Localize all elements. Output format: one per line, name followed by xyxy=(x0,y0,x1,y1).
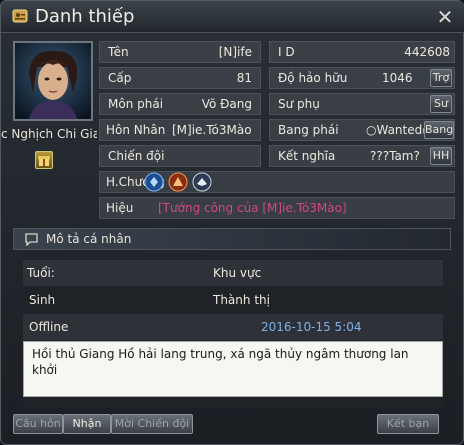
nhan-button[interactable]: Nhận xyxy=(63,414,111,434)
mon-phai-label: Môn phái xyxy=(108,97,164,111)
window-title: Danh thiếp xyxy=(35,6,135,27)
row-id: I D 442608 xyxy=(269,41,455,63)
row-cap: Cấp 81 xyxy=(99,67,261,89)
business-card-window: Danh thiếp ✕ c Nghịch Chi Giao Tên [N]if… xyxy=(0,0,464,445)
section-title: Mô tả cá nhân xyxy=(46,232,132,246)
info-row-tuoi: Tuổi: Khu vực xyxy=(23,260,443,286)
row-mon-phai: Môn phái Võ Đang xyxy=(99,93,261,115)
cap-label: Cấp xyxy=(108,71,132,85)
su-button[interactable]: Sư xyxy=(430,95,452,113)
hon-nhan-value: [M]ie.Tó3Mào xyxy=(172,123,252,137)
row-ten: Tên [N]ife xyxy=(99,41,261,63)
do-hao-huu-value: 1046 xyxy=(382,71,413,85)
hieu-label: Hiệu xyxy=(106,201,134,215)
hieu-value: [Tướng công của [M]ie.Tó3Mào] xyxy=(158,201,347,215)
ten-label: Tên xyxy=(108,45,129,59)
ket-ban-button[interactable]: Kết bạn xyxy=(377,414,439,434)
row-bang-phai: Bang phái ○Wanted○ Bang xyxy=(269,119,455,141)
blue-medal-icon xyxy=(144,172,164,192)
personal-description-header: Mô tả cá nhân xyxy=(13,228,451,250)
id-value: 442608 xyxy=(404,45,450,59)
row-do-hao-huu: Độ hảo hữu 1046 Trợ xyxy=(269,67,455,89)
bio-textbox[interactable]: Hồi thủ Giang Hồ hải lang trung, xá ngã … xyxy=(23,341,443,397)
mon-phai-value: Võ Đang xyxy=(201,97,252,111)
tuoi-label: Tuổi: xyxy=(27,266,55,280)
ket-nghia-value: ???Tam? xyxy=(370,149,420,163)
ket-nghia-label: Kết nghĩa xyxy=(278,149,336,163)
cap-value: 81 xyxy=(236,71,252,85)
id-label: I D xyxy=(278,45,295,59)
cau-hon-button[interactable]: Cầu hôn xyxy=(13,414,63,434)
su-phu-label: Sư phụ xyxy=(278,97,320,111)
row-ket-nghia: Kết nghĩa ???Tam? HH xyxy=(269,145,455,167)
ten-value: [N]ife xyxy=(218,45,252,59)
sinh-label: Sinh xyxy=(29,293,56,307)
hon-nhan-label: Hôn Nhân xyxy=(106,123,166,137)
tro-button[interactable]: Trợ xyxy=(430,69,452,87)
row-chien-doi: Chiến đội xyxy=(99,145,261,167)
title-bar[interactable]: Danh thiếp ✕ xyxy=(1,1,464,33)
row-h-chuong: H.Chương xyxy=(99,171,455,193)
do-hao-huu-label: Độ hảo hữu xyxy=(278,71,348,85)
character-nickname: c Nghịch Chi Giao xyxy=(1,127,97,141)
close-icon[interactable]: ✕ xyxy=(435,7,455,27)
gift-icon[interactable] xyxy=(35,151,53,169)
row-hon-nhan: Hôn Nhân [M]ie.Tó3Mào xyxy=(99,119,261,141)
online-status: Offline xyxy=(29,320,69,334)
row-su-phu: Sư phụ Sư xyxy=(269,93,455,115)
bang-button[interactable]: Bang xyxy=(424,121,454,139)
info-row-status: Offline 2016-10-15 5:04 xyxy=(23,314,443,340)
character-portrait xyxy=(15,43,91,119)
speech-bubble-icon xyxy=(25,233,38,246)
hh-button[interactable]: HH xyxy=(430,147,452,165)
bang-phai-value: ○Wanted○ xyxy=(366,123,433,137)
khu-vuc-label: Khu vực xyxy=(213,266,262,280)
info-row-sinh: Sinh Thành thị xyxy=(23,287,443,313)
bang-phai-label: Bang phái xyxy=(278,123,339,137)
card-icon xyxy=(12,9,28,23)
row-hieu: Hiệu [Tướng công của [M]ie.Tó3Mào] xyxy=(99,197,455,219)
silver-medal-icon xyxy=(192,172,212,192)
orange-medal-icon xyxy=(168,172,188,192)
chien-doi-label: Chiến đội xyxy=(108,149,165,163)
last-online-time: 2016-10-15 5:04 xyxy=(261,320,362,334)
thanh-thi-label: Thành thị xyxy=(213,293,270,307)
avatar xyxy=(13,41,93,121)
moi-chien-doi-button[interactable]: Mời Chiến đội xyxy=(111,414,193,434)
medal-badges xyxy=(144,172,212,192)
